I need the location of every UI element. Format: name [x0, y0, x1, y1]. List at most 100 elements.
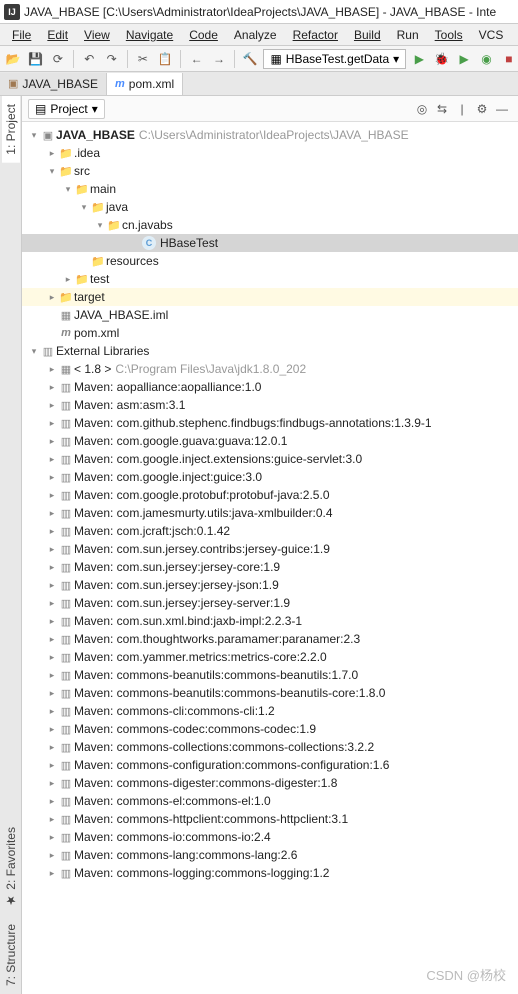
gear-icon[interactable]: ⚙ — [472, 102, 492, 116]
tree-row-lib[interactable]: ▸▥Maven: commons-beanutils:commons-beanu… — [22, 666, 518, 684]
expand-arrow-icon[interactable]: ▸ — [46, 526, 58, 537]
expand-arrow-icon[interactable]: ▸ — [46, 742, 58, 753]
tree-row-lib[interactable]: ▸▥Maven: commons-lang:commons-lang:2.6 — [22, 846, 518, 864]
tab-pom-xml[interactable]: m pom.xml — [107, 73, 183, 95]
profile-icon[interactable]: ◉ — [477, 49, 495, 69]
tree-row-lib[interactable]: ▸▥Maven: com.yammer.metrics:metrics-core… — [22, 648, 518, 666]
gutter-structure[interactable]: 7: Structure — [2, 916, 20, 994]
tree-row-lib[interactable]: ▸▥Maven: commons-httpclient:commons-http… — [22, 810, 518, 828]
tree-row-lib[interactable]: ▸▥Maven: com.sun.jersey.contribs:jersey-… — [22, 540, 518, 558]
project-tree[interactable]: ▾ ▣ JAVA_HBASE C:\Users\Administrator\Id… — [22, 122, 518, 994]
expand-arrow-icon[interactable]: ▾ — [46, 166, 58, 177]
tab-java-hbase[interactable]: ▣ JAVA_HBASE — [0, 73, 107, 95]
tree-row-package[interactable]: ▾📁cn.javabs — [22, 216, 518, 234]
coverage-icon[interactable]: ▶ — [455, 49, 473, 69]
expand-arrow-icon[interactable]: ▸ — [46, 832, 58, 843]
expand-arrow-icon[interactable]: ▸ — [46, 400, 58, 411]
tree-row-lib[interactable]: ▸▥Maven: commons-beanutils:commons-beanu… — [22, 684, 518, 702]
tree-row-pom[interactable]: mpom.xml — [22, 324, 518, 342]
expand-arrow-icon[interactable]: ▸ — [46, 796, 58, 807]
tree-row-idea[interactable]: ▸📁.idea — [22, 144, 518, 162]
tree-row-lib[interactable]: ▸▥Maven: com.thoughtworks.paramamer:para… — [22, 630, 518, 648]
tree-row-src[interactable]: ▾📁src — [22, 162, 518, 180]
expand-arrow-icon[interactable]: ▸ — [46, 508, 58, 519]
refresh-icon[interactable]: ⟳ — [49, 49, 67, 69]
menu-navigate[interactable]: Navigate — [120, 26, 179, 44]
tree-row-target[interactable]: ▸📁target — [22, 288, 518, 306]
expand-arrow-icon[interactable]: ▸ — [46, 652, 58, 663]
menu-build[interactable]: Build — [348, 26, 387, 44]
tree-row-lib[interactable]: ▸▥Maven: com.sun.xml.bind:jaxb-impl:2.2.… — [22, 612, 518, 630]
tree-row-lib[interactable]: ▸▥Maven: com.jamesmurty.utils:java-xmlbu… — [22, 504, 518, 522]
tree-row-lib[interactable]: ▸▥Maven: commons-codec:commons-codec:1.9 — [22, 720, 518, 738]
hide-icon[interactable]: — — [492, 102, 512, 116]
redo-icon[interactable]: ↷ — [102, 49, 120, 69]
run-config-selector[interactable]: ▦ HBaseTest.getData ▾ — [263, 49, 406, 69]
save-icon[interactable]: 💾 — [26, 49, 44, 69]
tree-row-java[interactable]: ▾📁java — [22, 198, 518, 216]
expand-arrow-icon[interactable]: ▸ — [46, 670, 58, 681]
debug-icon[interactable]: 🐞 — [433, 49, 451, 69]
view-selector[interactable]: ▤ Project ▾ — [28, 99, 105, 119]
expand-arrow-icon[interactable]: ▸ — [46, 544, 58, 555]
menu-view[interactable]: View — [78, 26, 116, 44]
tree-row-lib[interactable]: ▸▥Maven: com.google.guava:guava:12.0.1 — [22, 432, 518, 450]
target-icon[interactable]: ◎ — [412, 102, 432, 116]
open-icon[interactable]: 📂 — [4, 49, 22, 69]
tree-row-jdk[interactable]: ▸▦< 1.8 >C:\Program Files\Java\jdk1.8.0_… — [22, 360, 518, 378]
tree-row-lib[interactable]: ▸▥Maven: commons-logging:commons-logging… — [22, 864, 518, 882]
expand-arrow-icon[interactable]: ▸ — [46, 868, 58, 879]
tree-row-lib[interactable]: ▸▥Maven: com.github.stephenc.findbugs:fi… — [22, 414, 518, 432]
tree-row-lib[interactable]: ▸▥Maven: com.google.inject.extensions:gu… — [22, 450, 518, 468]
expand-arrow-icon[interactable]: ▸ — [46, 148, 58, 159]
tree-row-lib[interactable]: ▸▥Maven: com.sun.jersey:jersey-server:1.… — [22, 594, 518, 612]
forward-icon[interactable]: → — [210, 49, 228, 69]
run-icon[interactable]: ▶ — [410, 49, 428, 69]
tree-row-lib[interactable]: ▸▥Maven: com.jcraft:jsch:0.1.42 — [22, 522, 518, 540]
expand-arrow-icon[interactable]: ▸ — [46, 850, 58, 861]
expand-arrow-icon[interactable]: ▸ — [46, 634, 58, 645]
expand-arrow-icon[interactable]: ▾ — [28, 130, 40, 141]
back-icon[interactable]: ← — [187, 49, 205, 69]
tree-row-lib[interactable]: ▸▥Maven: commons-cli:commons-cli:1.2 — [22, 702, 518, 720]
menu-analyze[interactable]: Analyze — [228, 26, 283, 44]
expand-arrow-icon[interactable]: ▾ — [62, 184, 74, 195]
expand-arrow-icon[interactable]: ▸ — [46, 580, 58, 591]
menu-tools[interactable]: Tools — [429, 26, 469, 44]
menu-vcs[interactable]: VCS — [473, 26, 510, 44]
expand-arrow-icon[interactable]: ▸ — [46, 688, 58, 699]
expand-arrow-icon[interactable]: ▸ — [46, 724, 58, 735]
tree-row-class[interactable]: CHBaseTest — [22, 234, 518, 252]
tree-row-lib[interactable]: ▸▥Maven: commons-configuration:commons-c… — [22, 756, 518, 774]
expand-arrow-icon[interactable]: ▸ — [46, 364, 58, 375]
gutter-favorites[interactable]: ★2: Favorites — [2, 819, 20, 916]
tree-row-lib[interactable]: ▸▥Maven: commons-digester:commons-digest… — [22, 774, 518, 792]
expand-arrow-icon[interactable]: ▾ — [94, 220, 106, 231]
expand-arrow-icon[interactable]: ▾ — [28, 346, 40, 357]
tree-row-external-libs[interactable]: ▾▥External Libraries — [22, 342, 518, 360]
tree-row-lib[interactable]: ▸▥Maven: commons-collections:commons-col… — [22, 738, 518, 756]
menu-file[interactable]: File — [6, 26, 37, 44]
tree-row-lib[interactable]: ▸▥Maven: com.sun.jersey:jersey-core:1.9 — [22, 558, 518, 576]
menu-edit[interactable]: Edit — [41, 26, 74, 44]
expand-arrow-icon[interactable]: ▸ — [46, 616, 58, 627]
expand-arrow-icon[interactable]: ▸ — [46, 562, 58, 573]
expand-arrow-icon[interactable]: ▸ — [46, 814, 58, 825]
tree-row-test[interactable]: ▸📁test — [22, 270, 518, 288]
make-icon[interactable]: 🔨 — [241, 49, 259, 69]
expand-arrow-icon[interactable]: ▸ — [46, 778, 58, 789]
menu-window[interactable]: Wind — [513, 26, 518, 44]
tree-row-lib[interactable]: ▸▥Maven: asm:asm:3.1 — [22, 396, 518, 414]
undo-icon[interactable]: ↶ — [80, 49, 98, 69]
tree-row-main[interactable]: ▾📁main — [22, 180, 518, 198]
collapse-icon[interactable]: ⇆ — [432, 102, 452, 116]
cut-icon[interactable]: ✂ — [134, 49, 152, 69]
expand-arrow-icon[interactable]: ▸ — [46, 382, 58, 393]
copy-icon[interactable]: 📋 — [156, 49, 174, 69]
tree-row-iml[interactable]: ▦JAVA_HBASE.iml — [22, 306, 518, 324]
tree-row-resources[interactable]: 📁resources — [22, 252, 518, 270]
menu-run[interactable]: Run — [391, 26, 425, 44]
expand-arrow-icon[interactable]: ▸ — [46, 598, 58, 609]
expand-arrow-icon[interactable]: ▸ — [46, 706, 58, 717]
expand-arrow-icon[interactable]: ▸ — [46, 436, 58, 447]
